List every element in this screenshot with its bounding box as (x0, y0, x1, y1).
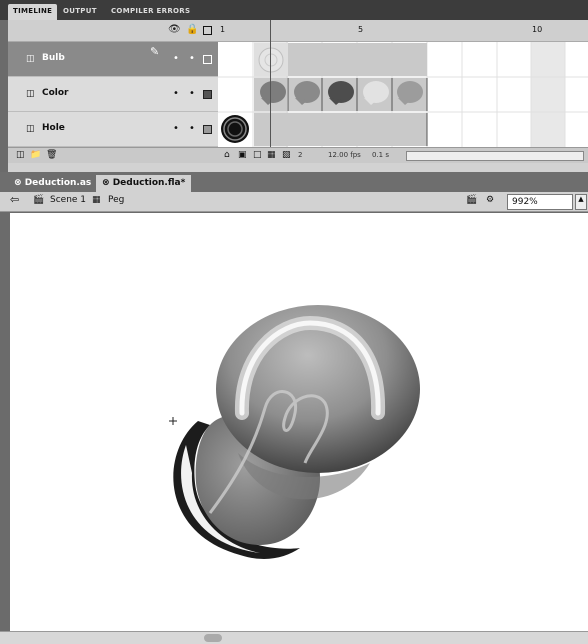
edit-scene-icon[interactable]: 🎬 (466, 195, 477, 205)
onion-outline-icon[interactable]: □ (253, 150, 262, 160)
layer-icon: ◫ (26, 54, 35, 64)
lock-icon[interactable]: 🔒 (186, 25, 198, 35)
layer-name: Hole (42, 123, 65, 133)
new-folder-icon[interactable]: 📁 (30, 150, 41, 160)
edit-bar: ⇦ 🎬 Scene 1 ▦ Peg 🎬 ⚙ 992% ▲ (0, 192, 588, 212)
close-icon[interactable]: ⊗ (14, 178, 22, 188)
edit-symbol-icon[interactable]: ⚙ (486, 195, 494, 205)
playhead-frame[interactable] (254, 42, 288, 147)
frame-ruler[interactable]: 1 5 10 (218, 20, 588, 42)
bulb-artwork (169, 305, 420, 559)
scrollbar-thumb[interactable] (204, 634, 222, 642)
current-frame: 2 (298, 151, 303, 159)
outline-icon[interactable] (203, 26, 212, 35)
center-frame-icon[interactable]: ⌂ (224, 150, 230, 160)
ruler-label-5: 5 (358, 25, 364, 34)
layer-icon: ◫ (26, 124, 35, 134)
layer-hole[interactable]: ◫ Hole • • (8, 112, 218, 147)
ruler-label-1: 1 (220, 25, 226, 34)
stage-horizontal-scrollbar[interactable] (0, 631, 588, 644)
lock-dot[interactable]: • (189, 123, 195, 134)
layer-color[interactable]: ◫ Color • • (8, 77, 218, 112)
playhead-line[interactable] (270, 20, 271, 150)
layer-icon: ◫ (26, 89, 35, 99)
panel-tab-bar: TIMELINE OUTPUT COMPILER ERRORS (0, 0, 588, 20)
tab-deduction-as[interactable]: ⊗ Deduction.as (8, 175, 97, 192)
layer-name: Color (42, 88, 69, 98)
new-layer-icon[interactable]: ◫ (16, 150, 25, 160)
timeline-footer: ◫ 📁 🗑 ⌂ ▣ □ ▦ ▧ 2 12.00 fps 0.1 s (8, 147, 588, 163)
layer-name: Bulb (42, 53, 65, 63)
visibility-dot[interactable]: • (173, 123, 179, 134)
symbol-icon: ▦ (92, 195, 101, 205)
modify-markers-icon[interactable]: ▧ (282, 150, 291, 160)
timeline-header: 👁 🔒 1 5 10 (8, 20, 588, 42)
eye-icon[interactable]: 👁 (168, 25, 181, 35)
lock-dot[interactable]: • (189, 88, 195, 99)
visibility-dot[interactable]: • (173, 53, 179, 64)
frame-rate[interactable]: 12.00 fps (328, 151, 361, 159)
tab-label: Deduction.as (24, 178, 92, 188)
timeline-panel: 👁 🔒 1 5 10 ◫ Bulb ✎ • • ◫ Color • • ◫ Ho… (8, 20, 588, 172)
scene-icon: 🎬 (33, 195, 45, 205)
delete-layer-icon[interactable]: 🗑 (46, 150, 57, 160)
tab-deduction-fla[interactable]: ⊗ Deduction.fla* (96, 175, 192, 192)
breadcrumb-symbol[interactable]: Peg (108, 195, 124, 205)
ruler-label-10: 10 (532, 25, 543, 34)
tab-label: Deduction.fla* (112, 178, 186, 188)
frames-grid[interactable] (218, 42, 588, 147)
breadcrumb-scene[interactable]: Scene 1 (50, 195, 86, 205)
back-arrow-icon[interactable]: ⇦ (10, 193, 19, 206)
close-icon[interactable]: ⊗ (102, 178, 110, 188)
zoom-input[interactable]: 992% (507, 194, 573, 210)
outline-toggle[interactable] (203, 55, 212, 64)
pencil-icon: ✎ (150, 45, 160, 58)
tab-compiler-errors[interactable]: COMPILER ERRORS (106, 4, 195, 20)
layer-bulb[interactable]: ◫ Bulb ✎ • • (8, 42, 218, 77)
elapsed-time: 0.1 s (372, 151, 390, 159)
tab-timeline[interactable]: TIMELINE (8, 4, 58, 20)
visibility-dot[interactable]: • (173, 88, 179, 99)
lock-dot[interactable]: • (189, 53, 195, 64)
outline-toggle[interactable] (203, 90, 212, 99)
stage-canvas[interactable] (10, 213, 588, 631)
edit-multiple-icon[interactable]: ▦ (267, 150, 276, 160)
outline-toggle[interactable] (203, 125, 212, 134)
tab-output[interactable]: OUTPUT (58, 4, 102, 20)
timeline-scrollbar[interactable] (406, 151, 584, 161)
zoom-stepper[interactable]: ▲ (575, 194, 587, 210)
onion-skin-icon[interactable]: ▣ (238, 150, 247, 160)
document-tab-bar: ⊗ Deduction.as ⊗ Deduction.fla* (0, 172, 588, 192)
